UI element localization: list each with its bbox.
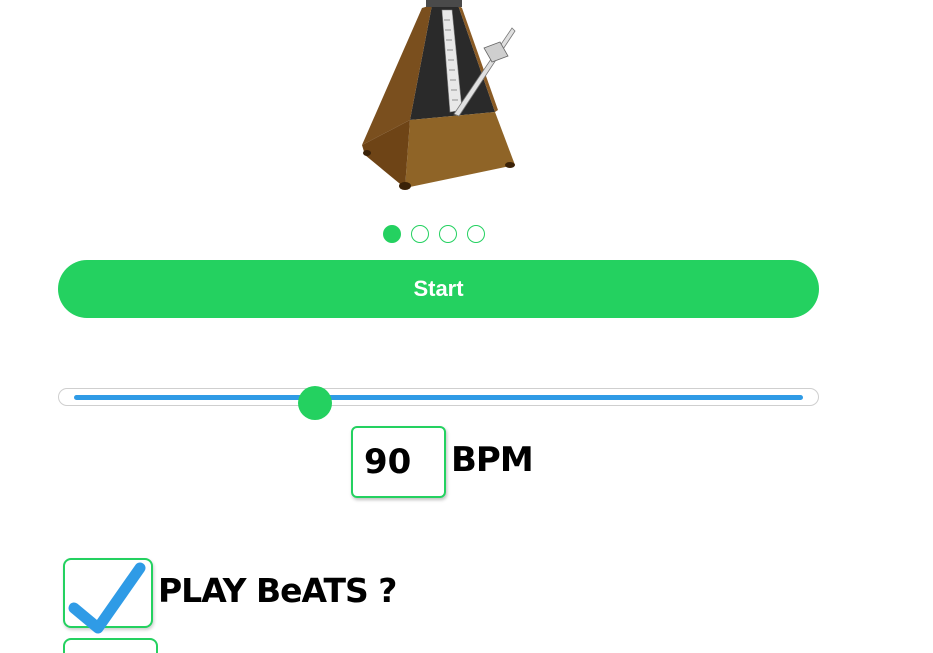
play-beats-checkbox[interactable] [63,558,153,628]
beat-dot [467,225,485,243]
tempo-slider[interactable] [58,386,819,420]
beat-dot [411,225,429,243]
bpm-label: BPM [451,440,534,480]
play-beats-label: PLAY BeATS ? [158,571,397,610]
metronome-app: Start 90 BPM PLAY BeATS ? [0,0,933,653]
beat-indicator [383,225,485,245]
option-checkbox[interactable] [63,638,158,653]
start-button[interactable]: Start [58,260,819,318]
beat-dot [439,225,457,243]
beat-dot [383,225,401,243]
slider-thumb[interactable] [297,386,332,420]
bpm-input[interactable]: 90 [351,426,446,498]
metronome-icon [362,0,516,190]
slider-track [74,386,803,420]
